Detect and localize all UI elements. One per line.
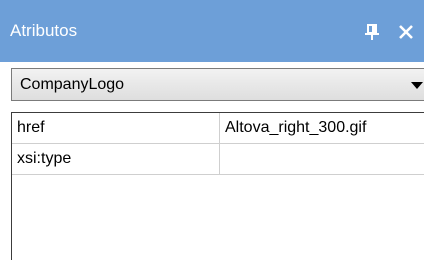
- attributes-panel: Atributos CompanyLogo href Altova_right_…: [0, 0, 424, 260]
- attribute-value[interactable]: Altova_right_300.gif: [220, 113, 424, 143]
- table-row[interactable]: xsi:type: [12, 144, 424, 175]
- table-row[interactable]: href Altova_right_300.gif: [12, 113, 424, 144]
- attribute-name[interactable]: href: [12, 113, 220, 143]
- attribute-value[interactable]: [220, 144, 424, 174]
- panel-titlebar: Atributos: [0, 0, 424, 62]
- chevron-down-icon[interactable]: [410, 79, 424, 91]
- panel-title: Atributos: [10, 21, 78, 40]
- attribute-name[interactable]: xsi:type: [12, 144, 220, 174]
- close-icon[interactable]: [396, 22, 416, 42]
- element-selector-value: CompanyLogo: [20, 76, 125, 93]
- pin-icon[interactable]: [362, 22, 382, 42]
- element-selector-dropdown[interactable]: CompanyLogo: [11, 68, 424, 101]
- attributes-grid: href Altova_right_300.gif xsi:type: [11, 112, 424, 260]
